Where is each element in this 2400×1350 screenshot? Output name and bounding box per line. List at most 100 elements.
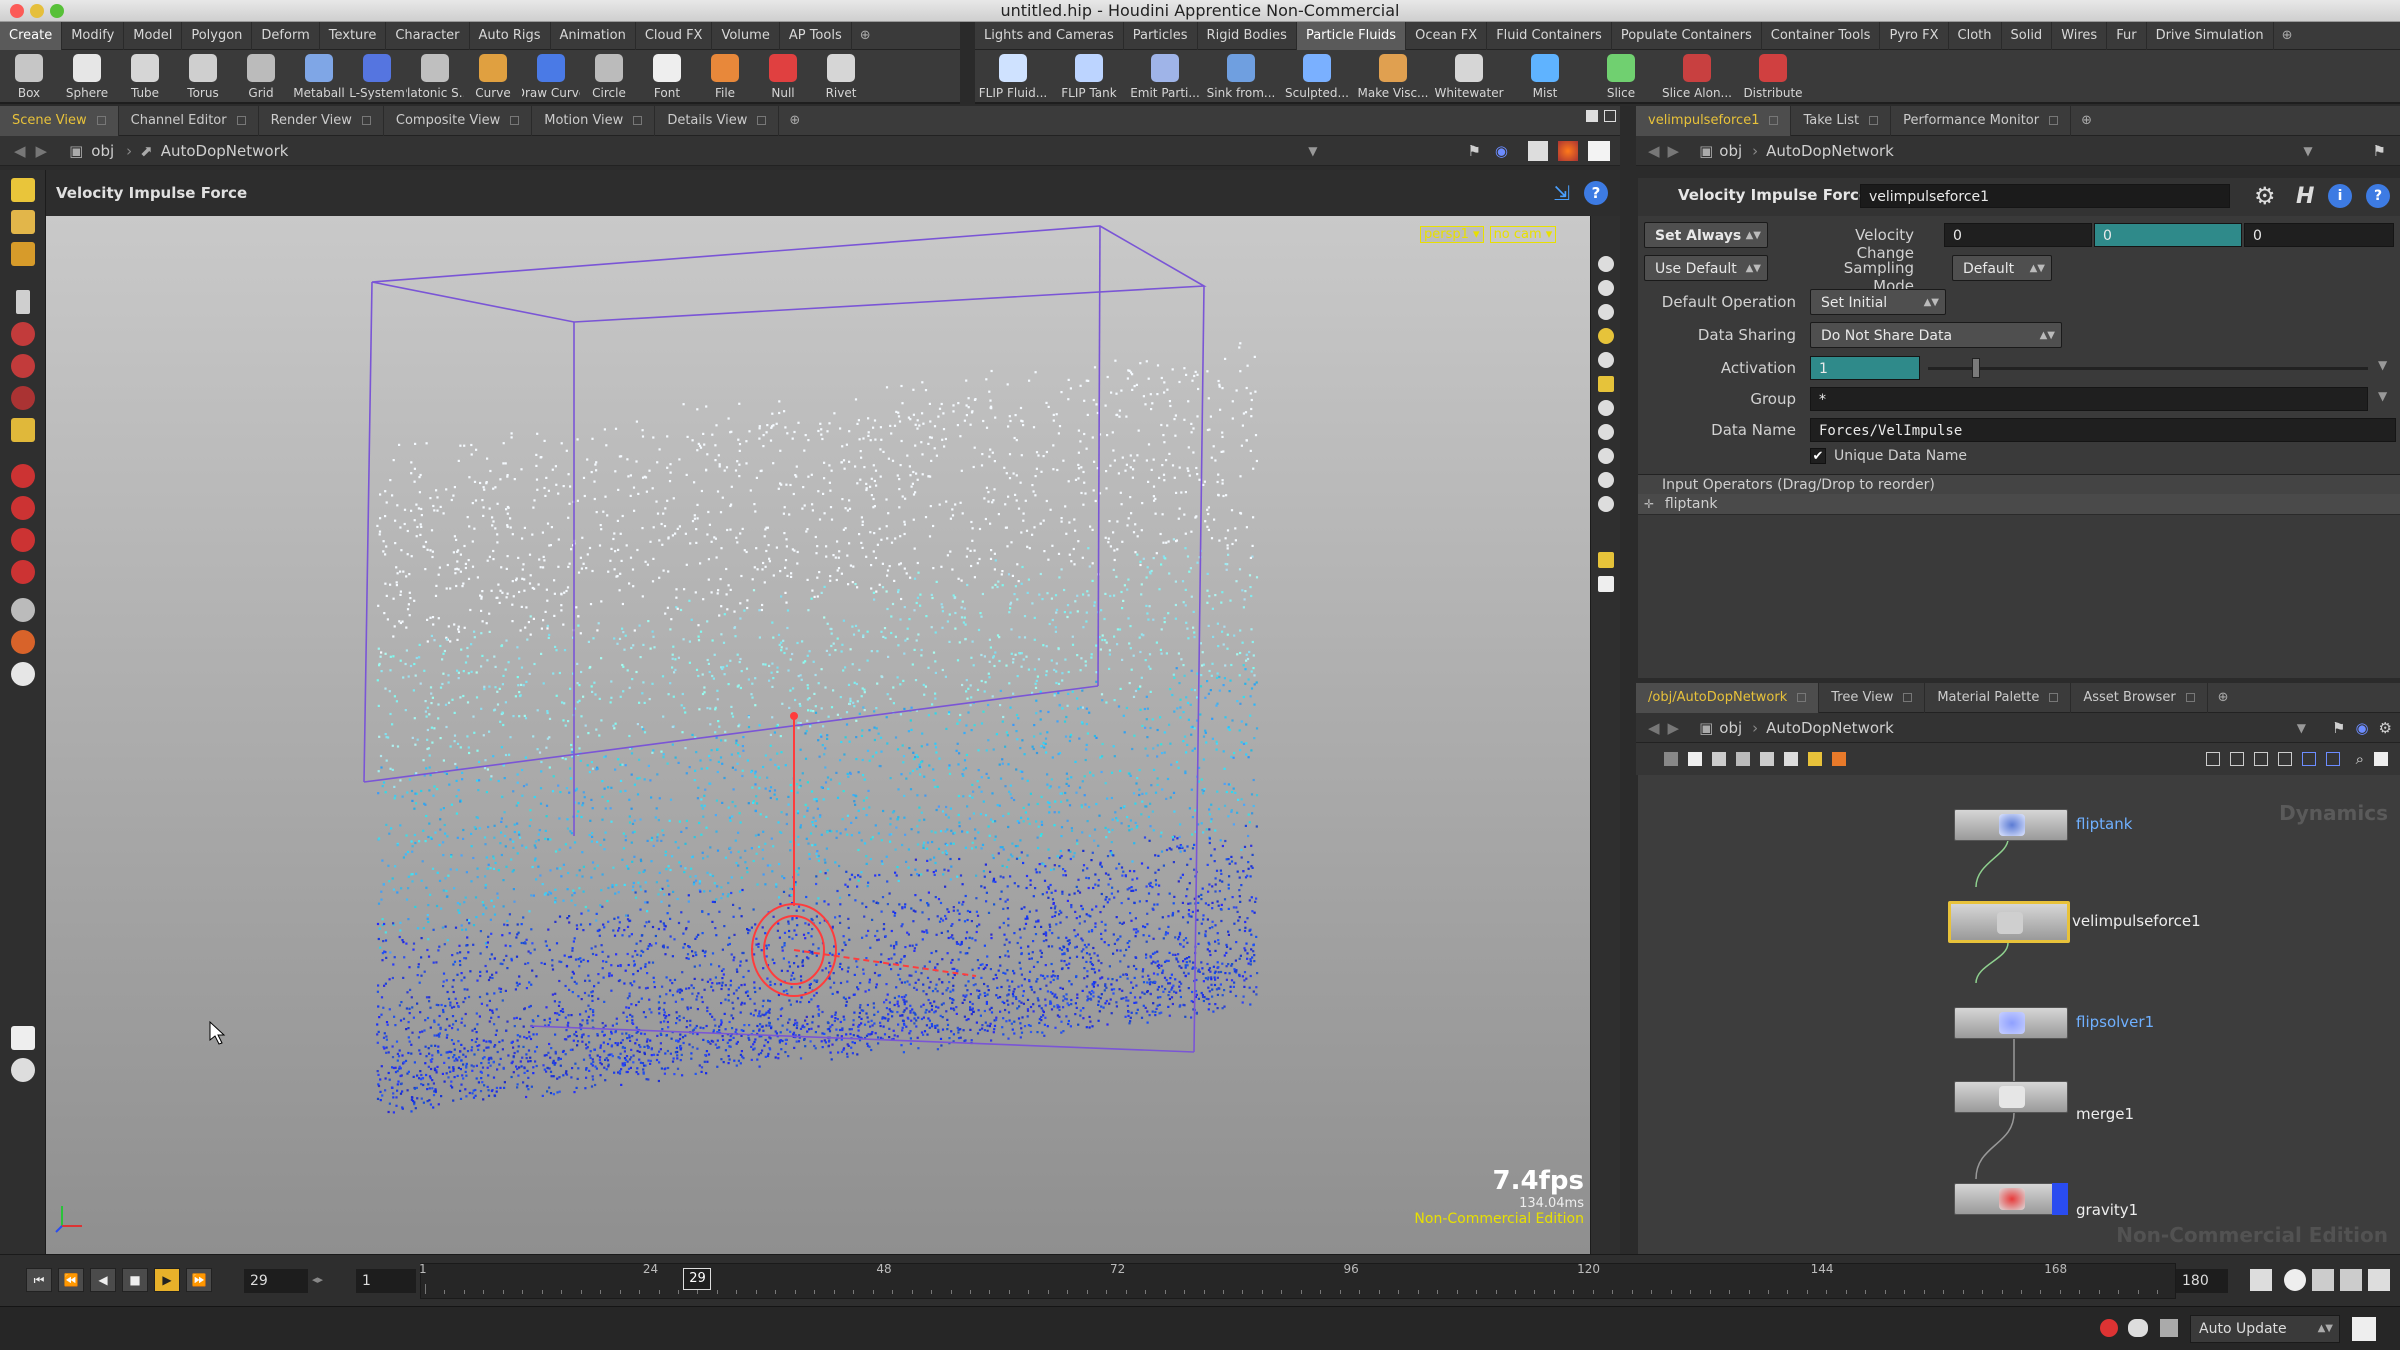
close-tab-icon[interactable] bbox=[2049, 692, 2059, 702]
pin-icon[interactable]: ⚑ bbox=[1467, 142, 1480, 160]
shelf-tool-flip-fluid[interactable]: FLIP Fluid... bbox=[975, 49, 1051, 103]
param-path-node[interactable]: AutoDopNetwork bbox=[1766, 142, 1894, 160]
info-icon[interactable]: i bbox=[2328, 184, 2352, 208]
net-forward-icon[interactable]: ▶ bbox=[1668, 719, 1680, 737]
data-name-field[interactable]: Forces/VelImpulse bbox=[1810, 418, 2396, 442]
step-back-button[interactable]: ⏪ bbox=[58, 1268, 84, 1292]
shelf-tool-sculpted[interactable]: Sculpted... bbox=[1279, 49, 1355, 103]
node-label-velimpulseforce1[interactable]: velimpulseforce1 bbox=[2072, 912, 2201, 930]
error-icon[interactable] bbox=[2100, 1319, 2118, 1337]
gear-icon[interactable]: ⚙ bbox=[2254, 182, 2276, 210]
pane-tab-velimpulseforce1[interactable]: velimpulseforce1 bbox=[1636, 105, 1792, 136]
sticky-note-icon[interactable] bbox=[1808, 752, 1822, 766]
display-option-icon-6[interactable] bbox=[1597, 376, 1614, 392]
close-tab-icon[interactable] bbox=[1903, 692, 1913, 702]
net-tool-icon-6[interactable] bbox=[1784, 752, 1798, 766]
use-default-menu[interactable]: Use Default ▲▼ bbox=[1644, 255, 1768, 281]
input-operators-list[interactable] bbox=[1638, 514, 2400, 664]
timeline-frame-marker[interactable]: 29 bbox=[683, 1268, 712, 1290]
keys-icon[interactable] bbox=[2250, 1269, 2272, 1291]
minimize-window-icon[interactable] bbox=[30, 4, 44, 18]
net-link-icon[interactable]: ◉ bbox=[2355, 719, 2368, 737]
path-root[interactable]: obj bbox=[91, 142, 114, 160]
shelf-tab-auto-rigs[interactable]: Auto Rigs bbox=[470, 21, 551, 50]
close-tab-icon[interactable] bbox=[2049, 115, 2059, 125]
shelf-tool-emit-parti[interactable]: Emit Parti... bbox=[1127, 49, 1203, 103]
update-now-icon[interactable] bbox=[2352, 1317, 2376, 1341]
link-icon[interactable]: ◉ bbox=[1495, 142, 1508, 160]
pane-tab-scene-view[interactable]: Scene View bbox=[0, 105, 119, 136]
shelf-tool-sink-from[interactable]: Sink from... bbox=[1203, 49, 1279, 103]
display-option-icon-2[interactable] bbox=[1597, 280, 1614, 296]
node-label-gravity1[interactable]: gravity1 bbox=[2076, 1201, 2138, 1219]
net-tool-icon-4[interactable] bbox=[1736, 752, 1750, 766]
pane-tab-tree-view[interactable]: Tree View bbox=[1819, 682, 1926, 713]
param-path-dropdown-icon[interactable]: ▼ bbox=[2303, 144, 2312, 158]
pane-tab-asset-browser[interactable]: Asset Browser bbox=[2071, 682, 2208, 713]
shelf-tab-rigid-bodies[interactable]: Rigid Bodies bbox=[1198, 21, 1297, 50]
end-frame-field[interactable]: 180 bbox=[2176, 1269, 2228, 1293]
shelf-tab-fluid-containers[interactable]: Fluid Containers bbox=[1487, 21, 1612, 50]
param-help-icon[interactable]: ? bbox=[2366, 184, 2390, 208]
play-reverse-button[interactable]: ◀ bbox=[90, 1268, 116, 1292]
shelf-tab-polygon[interactable]: Polygon bbox=[182, 21, 253, 50]
select-icon[interactable] bbox=[10, 178, 35, 202]
display-option-icon-1[interactable] bbox=[1597, 256, 1614, 272]
stop-button[interactable]: ■ bbox=[122, 1268, 148, 1292]
close-tab-icon[interactable] bbox=[510, 115, 520, 125]
display-option-icon-8[interactable] bbox=[1597, 424, 1614, 440]
back-arrow-icon[interactable]: ◀ bbox=[14, 142, 26, 160]
frame-step-icon[interactable]: ◂▸ bbox=[312, 1273, 323, 1286]
pane-tab-details-view[interactable]: Details View bbox=[655, 105, 780, 136]
select-mode-icon[interactable] bbox=[10, 210, 35, 234]
cam-menu[interactable]: no cam ▾ bbox=[1489, 226, 1557, 243]
activation-menu-icon[interactable]: ▼ bbox=[2378, 358, 2387, 372]
shelf-tab-ap-tools[interactable]: AP Tools bbox=[780, 21, 852, 50]
secure-selection-icon[interactable] bbox=[10, 242, 35, 266]
pane-tab-performance-monitor[interactable]: Performance Monitor bbox=[1891, 105, 2072, 136]
flow-icon[interactable] bbox=[2277, 752, 2292, 766]
shelf-tool-grid[interactable]: Grid bbox=[232, 49, 290, 103]
step-forward-button[interactable]: ⏩ bbox=[186, 1268, 212, 1292]
snapshot-icon[interactable] bbox=[10, 1026, 35, 1050]
close-tab-icon[interactable] bbox=[633, 115, 643, 125]
force-handle[interactable] bbox=[751, 712, 977, 997]
camera-menu[interactable]: persp1 ▾ bbox=[1420, 226, 1484, 243]
shelf-tab-particle-fluids[interactable]: Particle Fluids bbox=[1296, 21, 1407, 50]
set-always-menu[interactable]: Set Always ▲▼ bbox=[1644, 222, 1768, 248]
shelf-tab-fur[interactable]: Fur bbox=[2107, 21, 2147, 50]
data-sharing-menu[interactable]: Do Not Share Data ▲▼ bbox=[1810, 322, 2062, 348]
pane-tab-channel-editor[interactable]: Channel Editor bbox=[119, 105, 259, 136]
display-option-icon-5[interactable] bbox=[1597, 352, 1614, 368]
param-pin-icon[interactable]: ⚑ bbox=[2373, 142, 2386, 160]
node-velimpulseforce1[interactable] bbox=[1948, 901, 2070, 943]
snapshot-display-icon[interactable] bbox=[1597, 576, 1614, 592]
shading-icon[interactable] bbox=[1558, 140, 1578, 161]
close-tab-icon[interactable] bbox=[236, 115, 246, 125]
shelf-tab-container-tools[interactable]: Container Tools bbox=[1762, 21, 1881, 50]
shelf-tool-platonic-s[interactable]: Platonic S... bbox=[406, 49, 464, 103]
houdini-h-icon[interactable]: H bbox=[2296, 184, 2314, 209]
pose-icon[interactable] bbox=[10, 418, 35, 442]
play-button[interactable]: ▶ bbox=[154, 1268, 180, 1292]
timeline-options-icon[interactable] bbox=[2368, 1269, 2390, 1291]
param-back-icon[interactable]: ◀ bbox=[1648, 142, 1660, 160]
help-icon[interactable]: ? bbox=[1584, 181, 1608, 205]
handle-icon[interactable]: ⇲ bbox=[1553, 181, 1570, 205]
activation-slider-track[interactable] bbox=[1928, 367, 2368, 370]
net-path-node[interactable]: AutoDopNetwork bbox=[1766, 719, 1894, 737]
shelf-tool-distribute[interactable]: Distribute bbox=[1735, 49, 1811, 103]
view-tool-icon[interactable] bbox=[10, 598, 35, 622]
shelf-tab-ocean-fx[interactable]: Ocean FX bbox=[1406, 21, 1488, 50]
shelf-tool-draw-curve[interactable]: Draw Curve bbox=[522, 49, 580, 103]
display-option-icon-4[interactable] bbox=[1597, 328, 1614, 344]
flipbook-icon[interactable] bbox=[10, 662, 35, 686]
message-icon[interactable] bbox=[2128, 1319, 2148, 1337]
close-tab-icon[interactable] bbox=[757, 115, 767, 125]
shelf-tool-make-visc[interactable]: Make Visc... bbox=[1355, 49, 1431, 103]
realtime-icon[interactable] bbox=[2284, 1269, 2306, 1291]
pointer-icon[interactable] bbox=[15, 290, 30, 314]
shelf-tab-cloud-fx[interactable]: Cloud FX bbox=[636, 21, 713, 50]
add-shelf-tab-icon[interactable]: ⊕ bbox=[2282, 28, 2293, 43]
shelf-tool-metaball[interactable]: Metaball bbox=[290, 49, 348, 103]
